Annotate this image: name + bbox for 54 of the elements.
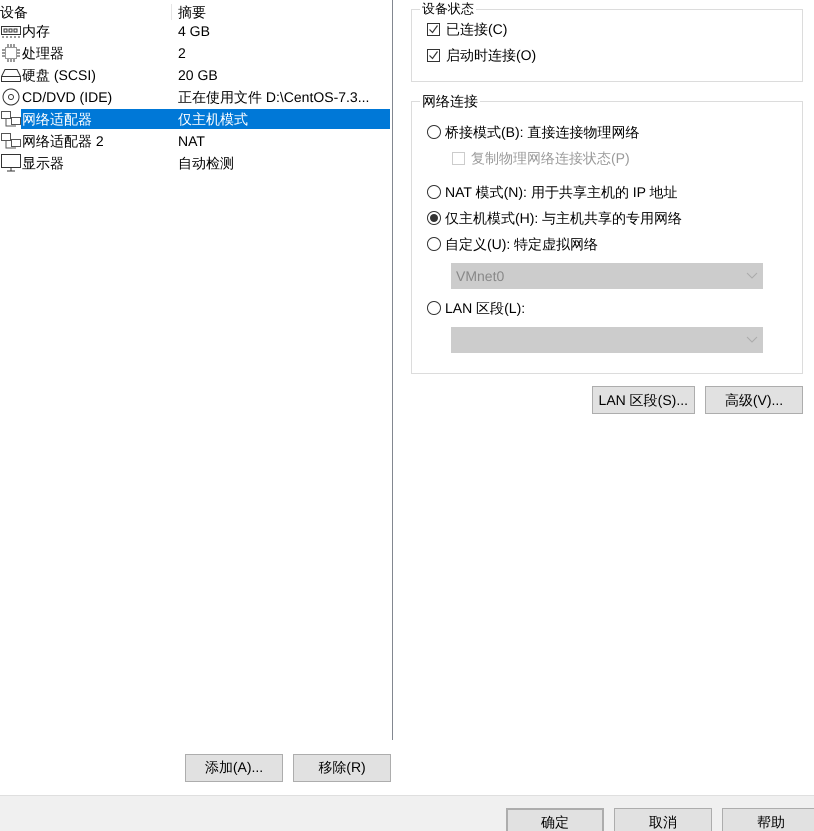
disk-drive-icon: [0, 68, 20, 82]
device-row[interactable]: CD/DVD (IDE) 正在使用文件 D:\CentOS-7.3...: [0, 86, 392, 108]
device-row[interactable]: 硬盘 (SCSI) 20 GB: [0, 64, 392, 86]
column-header[interactable]: 设备: [0, 4, 172, 20]
chevron-down-icon: [746, 272, 758, 280]
table-cell-text: 正在使用文件 D:\CentOS-7.3...: [177, 88, 370, 107]
dialog-button[interactable]: 添加(A)...: [185, 754, 283, 782]
checkbox[interactable]: [427, 22, 440, 36]
radio-button[interactable]: [427, 301, 441, 315]
dialog-button[interactable]: 高级(V)...: [705, 386, 803, 414]
radio-label: 桥接模式(B): 直接连接物理网络: [445, 122, 640, 142]
device-row[interactable]: 网络适配器 仅主机模式: [0, 108, 392, 130]
table-cell: 仅主机模式: [172, 109, 390, 129]
radio-button[interactable]: [427, 185, 441, 199]
monitor-icon: [0, 154, 20, 172]
dialog-button[interactable]: 帮助: [722, 808, 814, 831]
device-row[interactable]: 显示器 自动检测: [0, 152, 392, 174]
chevron-down-icon: [746, 336, 758, 344]
dialog-button[interactable]: 移除(R): [293, 754, 391, 782]
table-cell: 网络适配器: [21, 109, 172, 129]
table-cell-text: 2: [177, 44, 187, 63]
dialog-button[interactable]: LAN 区段(S)...: [592, 386, 695, 414]
device-row[interactable]: 网络适配器 2 NAT: [0, 130, 392, 152]
table-cell-text: 4 GB: [177, 22, 211, 41]
dialog-button[interactable]: 取消: [614, 808, 712, 831]
device-row[interactable]: 处理器 2: [0, 42, 392, 64]
table-cell-text: 20 GB: [177, 66, 219, 85]
table-cell-text: 自动检测: [177, 154, 235, 173]
checkbox-label: 复制物理网络连接状态(P): [471, 148, 630, 168]
checkbox[interactable]: [427, 48, 440, 62]
memory-icon: [0, 24, 20, 38]
table-cell-text: NAT: [177, 132, 206, 151]
table-cell-text: 内存: [21, 22, 51, 41]
radio-label: 仅主机模式(H): 与主机共享的专用网络: [445, 208, 682, 228]
table-cell-text: 显示器: [21, 154, 65, 173]
device-row[interactable]: 内存 4 GB: [0, 20, 392, 42]
dialog-button[interactable]: 确定: [506, 808, 604, 831]
table-cell-text: CD/DVD (IDE): [21, 88, 114, 107]
checkbox-label: 已连接(C): [446, 20, 508, 39]
group-title: 设备状态: [420, 2, 476, 16]
radio-label: 自定义(U): 特定虚拟网络: [445, 234, 598, 254]
checkbox-label: 启动时连接(O): [446, 46, 536, 65]
radio-label: NAT 模式(N): 用于共享主机的 IP 地址: [445, 182, 678, 202]
disc-icon: [2, 88, 20, 106]
radio-button[interactable]: [427, 237, 441, 251]
chip-icon: [2, 44, 20, 62]
radio-button[interactable]: [427, 125, 441, 139]
group-title: 网络连接: [420, 93, 480, 109]
table-cell-text: 网络适配器 2: [21, 132, 105, 151]
column-header[interactable]: 摘要: [172, 4, 206, 20]
table-cell-text: 处理器: [21, 44, 65, 63]
table-cell-text: 硬盘 (SCSI): [21, 66, 97, 85]
radio-button[interactable]: [427, 211, 441, 225]
radio-label: LAN 区段(L):: [445, 298, 526, 318]
